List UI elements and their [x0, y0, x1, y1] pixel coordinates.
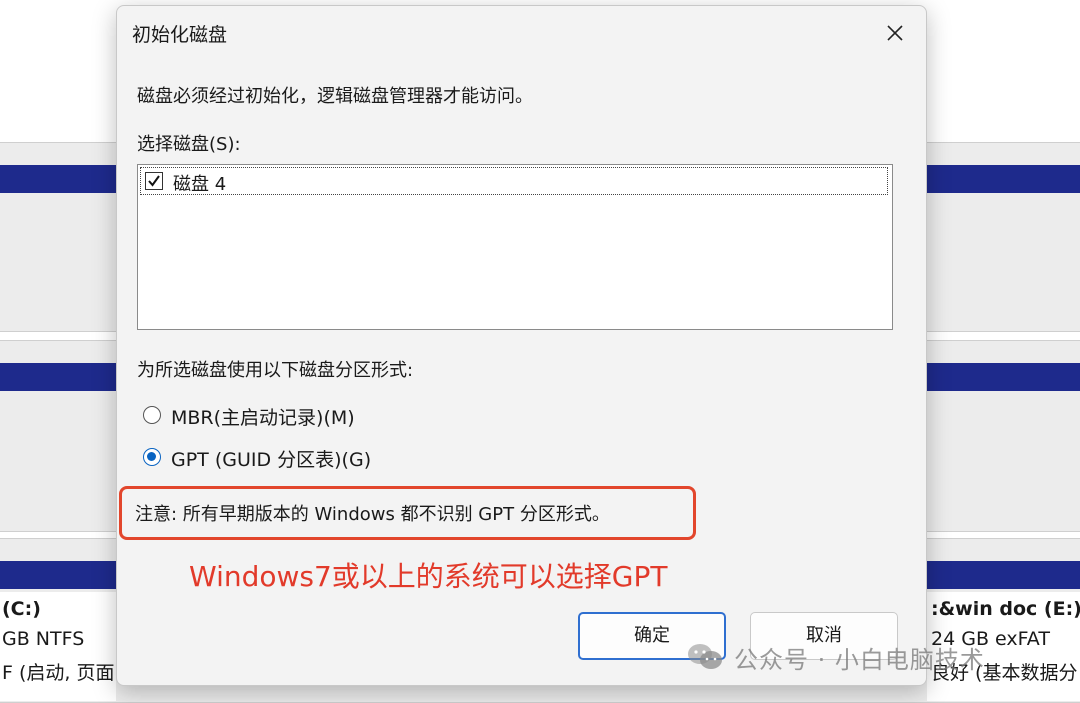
partition-style-label: 为所选磁盘使用以下磁盘分区形式: — [137, 360, 414, 381]
mbr-radio[interactable] — [143, 406, 161, 424]
close-button[interactable] — [878, 16, 912, 50]
checkmark-icon — [148, 175, 160, 187]
initialize-disk-dialog: 初始化磁盘 磁盘必须经过初始化，逻辑磁盘管理器才能访问。 选择磁盘(S): 磁盘… — [116, 5, 927, 686]
disk-list[interactable]: 磁盘 4 — [137, 164, 893, 330]
mbr-option-label: MBR(主启动记录)(M) — [171, 407, 355, 429]
wechat-icon — [688, 644, 722, 669]
volume-status-left: F (启动, 页面 — [2, 662, 115, 684]
intro-text: 磁盘必须经过初始化，逻辑磁盘管理器才能访问。 — [137, 86, 533, 107]
close-icon — [887, 25, 903, 41]
disk-list-item[interactable]: 磁盘 4 — [140, 167, 888, 195]
note-text: 注意: 所有早期版本的 Windows 都不识别 GPT 分区形式。 — [135, 504, 610, 525]
select-disk-label: 选择磁盘(S): — [137, 134, 241, 155]
dialog-title: 初始化磁盘 — [132, 24, 228, 46]
volume-name-left: (C:) — [2, 598, 41, 620]
watermark-text: 公众号 · 小白电脑技术 — [734, 646, 985, 674]
mbr-option[interactable]: MBR(主启动记录)(M) — [143, 401, 403, 431]
gpt-option-label: GPT (GUID 分区表)(G) — [171, 449, 372, 471]
volume-name-right: :&win doc (E:) — [931, 598, 1080, 620]
disk-checkbox[interactable] — [145, 172, 163, 190]
annotation-text: Windows7或以上的系统可以选择GPT — [189, 560, 668, 593]
gpt-option[interactable]: GPT (GUID 分区表)(G) — [143, 443, 403, 473]
disk-label: 磁盘 4 — [173, 174, 227, 195]
gpt-radio[interactable] — [143, 448, 161, 466]
volume-size-left: GB NTFS — [2, 628, 85, 650]
